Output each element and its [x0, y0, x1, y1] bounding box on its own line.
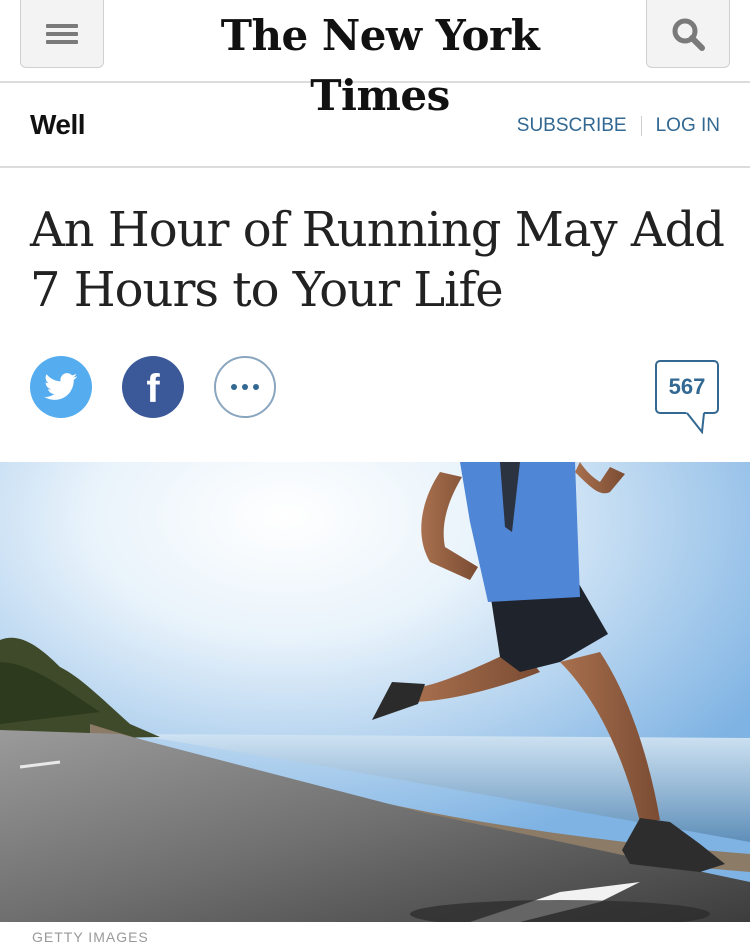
more-options-icon: [231, 384, 259, 390]
headline-line-2: 7 Hours to Your Life: [30, 262, 504, 318]
image-credit: GETTY IMAGES: [32, 929, 149, 945]
hero-image: [0, 462, 750, 922]
auth-divider: [640, 116, 642, 136]
comment-bubble-tail-icon: [686, 412, 705, 434]
more-share-options-button[interactable]: [214, 356, 276, 418]
article-headline: An Hour of Running May Add 7 Hours to Yo…: [30, 200, 730, 320]
twitter-share-button[interactable]: [30, 356, 92, 418]
search-icon: [672, 18, 705, 51]
facebook-icon: f: [146, 367, 160, 411]
menu-button[interactable]: [20, 0, 104, 68]
comment-count: 567: [668, 374, 706, 399]
headline-line-1: An Hour of Running May Add: [30, 202, 725, 258]
search-button[interactable]: [646, 0, 730, 68]
runner-photo: [0, 462, 750, 922]
subscribe-link[interactable]: SUBSCRIBE: [517, 115, 627, 137]
top-nav-bar: The New York Times: [0, 0, 750, 120]
section-bar: Well SUBSCRIBE LOG IN: [0, 83, 750, 168]
auth-links: SUBSCRIBE LOG IN: [517, 115, 720, 137]
section-name[interactable]: Well: [30, 109, 86, 141]
facebook-share-button[interactable]: f: [122, 356, 184, 418]
twitter-icon: [44, 373, 78, 400]
hamburger-menu-icon: [46, 23, 78, 44]
nyt-logo[interactable]: The New York Times: [150, 6, 610, 120]
comments-button[interactable]: 567: [655, 360, 719, 414]
login-link[interactable]: LOG IN: [656, 115, 720, 137]
